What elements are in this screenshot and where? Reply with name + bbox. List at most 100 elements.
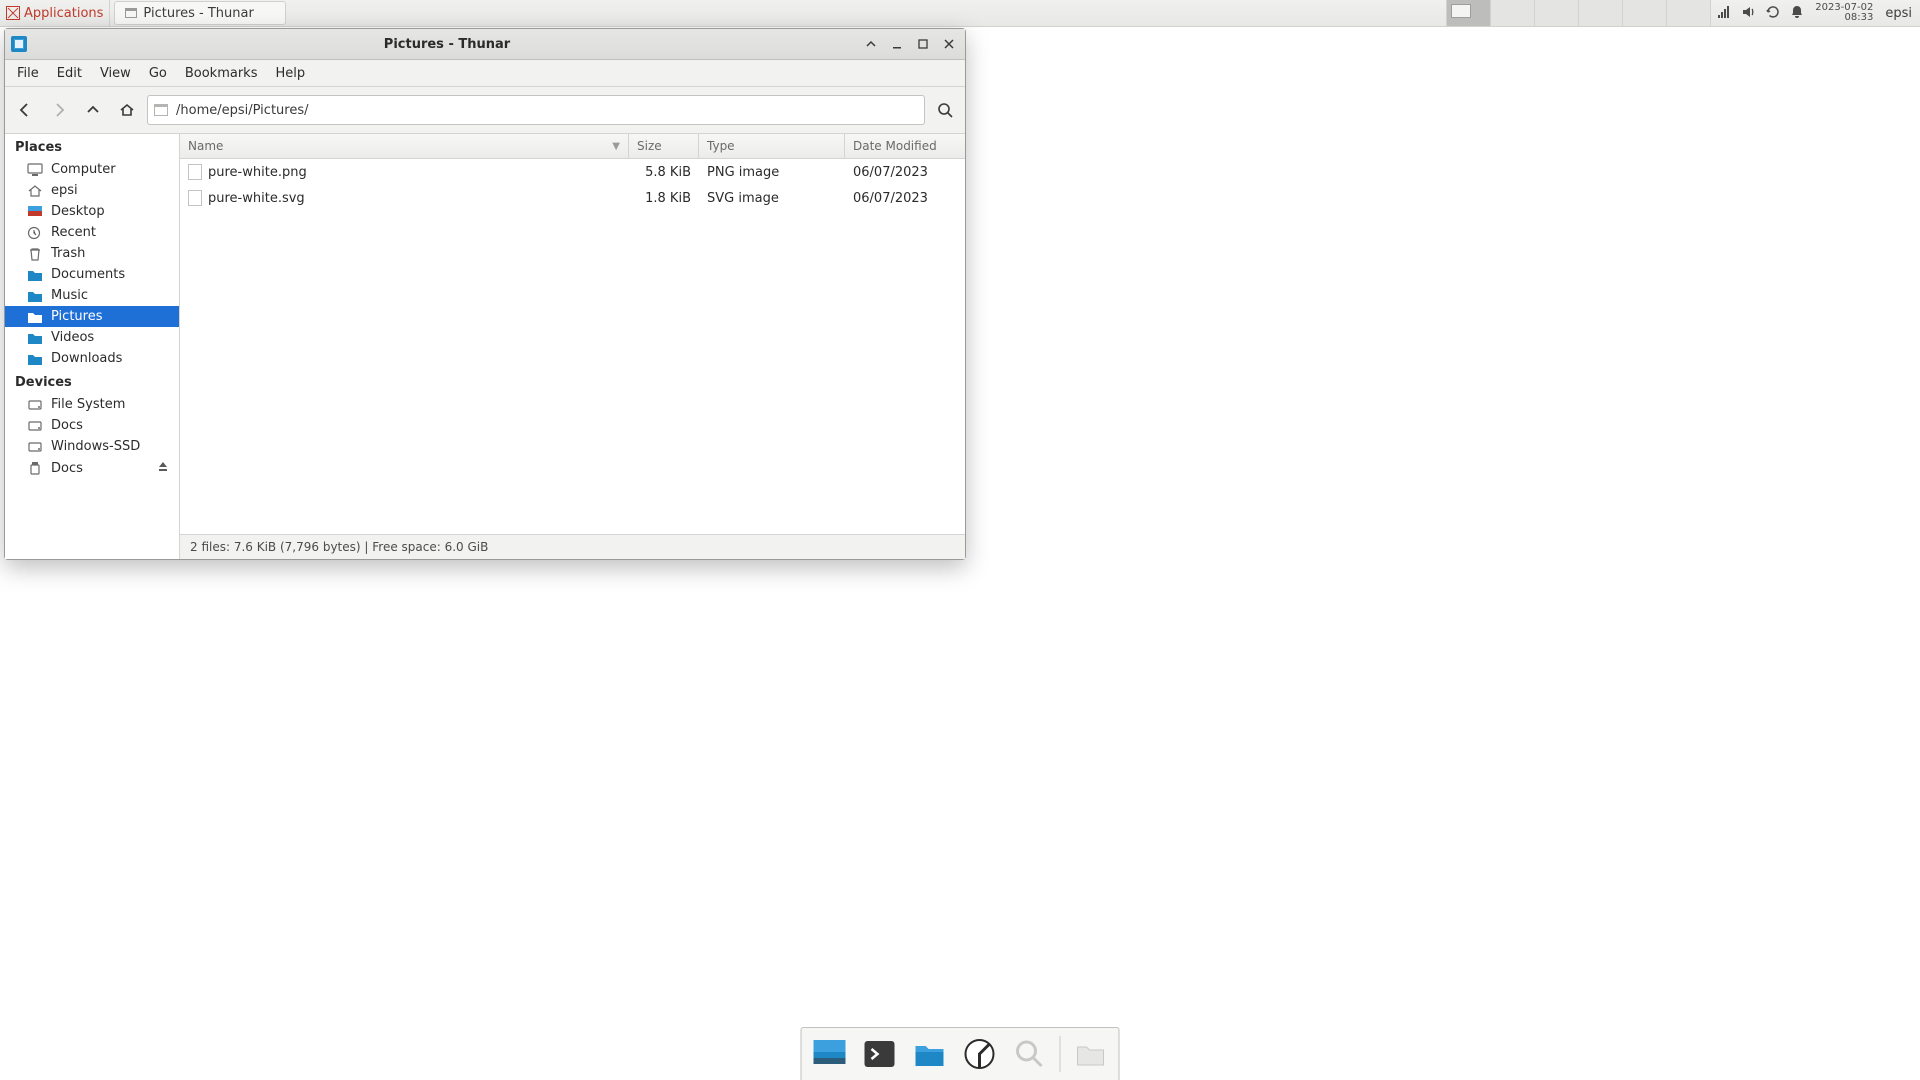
sidebar-item-desktop[interactable]: Desktop (5, 201, 179, 222)
location-input[interactable] (174, 102, 918, 119)
trash-icon (27, 247, 43, 261)
recent-icon (27, 226, 43, 240)
file-list[interactable]: pure-white.png 5.8 KiBPNG image06/07/2023… (180, 159, 965, 534)
applications-menu[interactable]: Applications (0, 0, 110, 26)
menu-view[interactable]: View (92, 63, 139, 84)
notifications-icon[interactable] (1789, 4, 1805, 23)
sidebar-item-docs[interactable]: Docs (5, 415, 179, 436)
file-name: pure-white.svg (208, 191, 305, 206)
sidebar-item-label: Desktop (51, 204, 105, 219)
sidebar-item-label: Music (51, 288, 88, 303)
file-date: 06/07/2023 (845, 165, 965, 180)
dock-files[interactable] (908, 1032, 952, 1076)
sidebar-item-epsi[interactable]: epsi (5, 180, 179, 201)
update-icon[interactable] (1765, 4, 1781, 23)
workspace-5[interactable] (1622, 0, 1666, 26)
sidebar-item-label: Docs (51, 461, 83, 476)
file-name: pure-white.png (208, 165, 307, 180)
menu-go[interactable]: Go (141, 63, 175, 84)
drive-icon (27, 419, 43, 433)
up-button[interactable] (79, 96, 107, 124)
sidebar-item-label: epsi (51, 183, 78, 198)
dock-terminal[interactable] (858, 1032, 902, 1076)
location-bar[interactable] (147, 95, 925, 125)
window-titlebar[interactable]: Pictures - Thunar (5, 29, 965, 60)
status-bar: 2 files: 7.6 KiB (7,796 bytes) | Free sp… (180, 534, 965, 559)
home-button[interactable] (113, 96, 141, 124)
workspace-switcher[interactable] (1446, 0, 1710, 26)
sidebar-item-label: File System (51, 397, 125, 412)
window-icon (125, 8, 137, 18)
column-type[interactable]: Type (699, 134, 845, 158)
file-type: PNG image (699, 165, 845, 180)
column-size[interactable]: Size (629, 134, 699, 158)
menu-file[interactable]: File (9, 63, 47, 84)
dock-browser[interactable] (958, 1032, 1002, 1076)
panel-clock[interactable]: 2023-07-02 08:33 (1811, 3, 1877, 23)
eject-icon[interactable] (157, 460, 169, 476)
sidebar-item-documents[interactable]: Documents (5, 264, 179, 285)
taskbar-item-thunar[interactable]: Pictures - Thunar (114, 1, 286, 25)
usb-icon (27, 461, 43, 475)
sidebar-item-docs[interactable]: Docs (5, 457, 179, 479)
task-title: Pictures - Thunar (143, 6, 253, 21)
sidebar-item-label: Documents (51, 267, 125, 282)
column-date[interactable]: Date Modified (845, 134, 965, 158)
sidebar-item-pictures[interactable]: Pictures (5, 306, 179, 327)
workspace-3[interactable] (1534, 0, 1578, 26)
window-maximize-button[interactable] (913, 35, 933, 53)
sidebar-item-label: Videos (51, 330, 94, 345)
folder-icon (154, 104, 168, 116)
window-minimize-button[interactable] (887, 35, 907, 53)
drive-icon (27, 440, 43, 454)
back-button[interactable] (11, 96, 39, 124)
dock-show-desktop[interactable] (808, 1032, 852, 1076)
file-row[interactable]: pure-white.png 5.8 KiBPNG image06/07/2023 (180, 159, 965, 185)
menu-bookmarks[interactable]: Bookmarks (177, 63, 266, 84)
sidebar-item-trash[interactable]: Trash (5, 243, 179, 264)
workspace-1[interactable] (1446, 0, 1490, 26)
dock-open-folder[interactable] (1069, 1032, 1113, 1076)
sidebar-heading-devices: Devices (5, 369, 179, 394)
desktop-icon (27, 205, 43, 219)
clock-time: 08:33 (1845, 13, 1874, 23)
file-size: 5.8 KiB (629, 165, 699, 180)
window-body: Places ComputerepsiDesktopRecentTrashDoc… (5, 134, 965, 559)
window-close-button[interactable] (939, 35, 959, 53)
sidebar: Places ComputerepsiDesktopRecentTrashDoc… (5, 134, 180, 559)
sidebar-item-label: Recent (51, 225, 96, 240)
sidebar-item-computer[interactable]: Computer (5, 159, 179, 180)
dock-search[interactable] (1008, 1032, 1052, 1076)
column-name[interactable]: Name ▼ (180, 134, 629, 158)
dock-separator (1060, 1036, 1061, 1072)
sidebar-item-label: Downloads (51, 351, 122, 366)
sort-indicator-icon: ▼ (612, 141, 620, 152)
workspace-4[interactable] (1578, 0, 1622, 26)
network-icon[interactable] (1717, 4, 1733, 23)
menu-help[interactable]: Help (267, 63, 313, 84)
window-shade-button[interactable] (861, 35, 881, 53)
sidebar-item-videos[interactable]: Videos (5, 327, 179, 348)
panel-user[interactable]: epsi (1877, 6, 1920, 21)
menu-edit[interactable]: Edit (49, 63, 90, 84)
workspace-2[interactable] (1490, 0, 1534, 26)
computer-icon (27, 163, 43, 177)
folder-icon (27, 289, 43, 303)
applications-icon (6, 6, 20, 20)
applications-label: Applications (24, 6, 103, 21)
column-name-label: Name (188, 139, 223, 153)
file-area: Name ▼ Size Type Date Modified pure-whit… (180, 134, 965, 559)
sidebar-item-downloads[interactable]: Downloads (5, 348, 179, 369)
forward-button[interactable] (45, 96, 73, 124)
workspace-6[interactable] (1666, 0, 1710, 26)
sidebar-item-file-system[interactable]: File System (5, 394, 179, 415)
search-button[interactable] (931, 96, 959, 124)
sidebar-item-windows-ssd[interactable]: Windows-SSD (5, 436, 179, 457)
sidebar-item-recent[interactable]: Recent (5, 222, 179, 243)
folder-icon (27, 331, 43, 345)
drive-icon (27, 398, 43, 412)
folder-icon (27, 352, 43, 366)
file-row[interactable]: pure-white.svg1.8 KiBSVG image06/07/2023 (180, 185, 965, 211)
sidebar-item-music[interactable]: Music (5, 285, 179, 306)
volume-icon[interactable] (1741, 4, 1757, 23)
